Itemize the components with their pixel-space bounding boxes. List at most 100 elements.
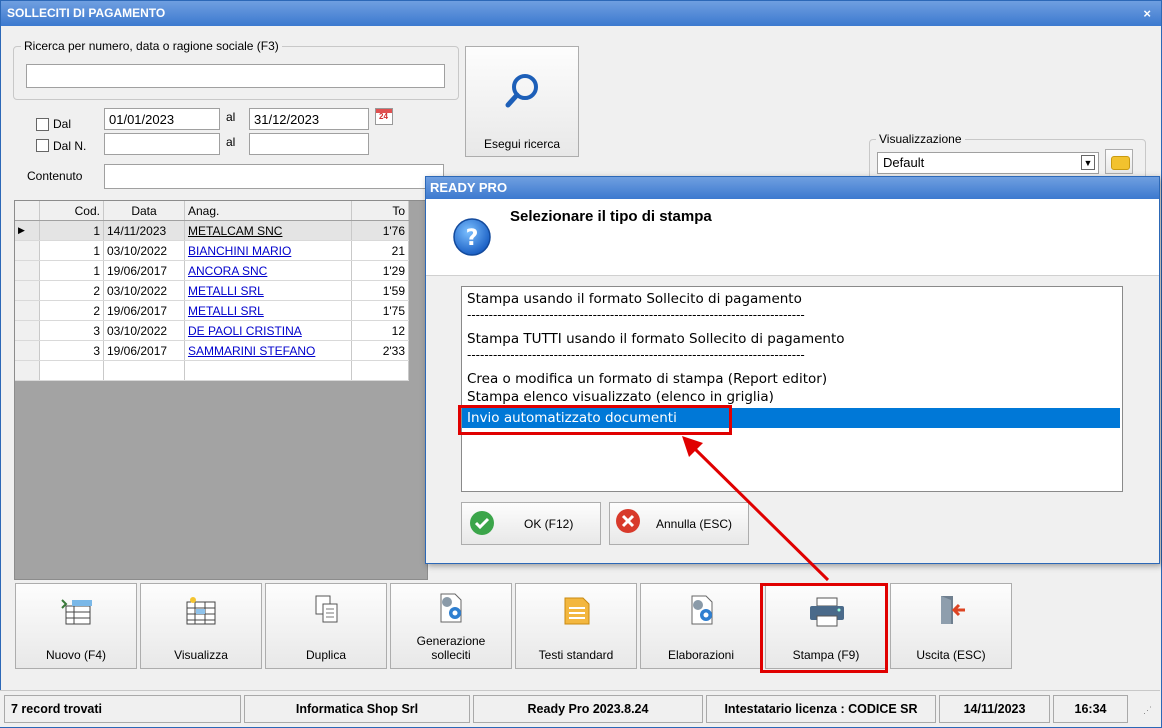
table-row[interactable]: 1 03/10/2022 BIANCHINI MARIO 21: [15, 240, 409, 261]
table-row[interactable]: 3 19/06/2017 SAMMARINI STEFANO 2'33: [15, 340, 409, 361]
view-select[interactable]: Default ▼: [877, 152, 1099, 174]
testi-standard-button[interactable]: Testi standard: [515, 583, 637, 669]
row-indicator[interactable]: [15, 260, 40, 281]
chevron-down-icon[interactable]: ▼: [1081, 155, 1095, 170]
row-indicator[interactable]: [15, 320, 40, 341]
records-grid: Cod. Data Anag. To ▶ 1 14/11/2023 METALCAM …: [14, 200, 428, 580]
al-n-label: al: [226, 135, 236, 149]
dialog-title: READY PRO: [426, 177, 1159, 199]
dal-n-checkbox[interactable]: [36, 139, 49, 152]
cell-anag[interactable]: ANCORA SNC: [184, 260, 352, 281]
empty-cell: [184, 360, 352, 381]
date-to-input[interactable]: [249, 108, 369, 130]
table-row[interactable]: ▶ 1 14/11/2023 METALCAM SNC 1'76: [15, 220, 409, 241]
calendar-icon[interactable]: 24: [375, 108, 393, 125]
testi-label: Testi standard: [538, 648, 614, 662]
nuovo-button[interactable]: Nuovo (F4): [15, 583, 137, 669]
num-to-input[interactable]: [249, 133, 369, 155]
duplica-label: Duplica: [305, 648, 347, 662]
option-report-editor[interactable]: Crea o modifica un formato di stampa (Re…: [467, 369, 827, 389]
gear-document-icon: [440, 593, 462, 623]
new-record-icon: [61, 599, 92, 625]
cell-anag[interactable]: DE PAOLI CRISTINA: [184, 320, 352, 341]
nuovo-label: Nuovo (F4): [45, 648, 107, 662]
cell-anag[interactable]: METALLI SRL: [184, 280, 352, 301]
view-legend: Visualizzazione: [876, 132, 965, 146]
status-time: 16:34: [1053, 695, 1128, 723]
cell-cod: 3: [39, 340, 104, 361]
ok-button[interactable]: OK (F12): [461, 502, 601, 545]
elaborazioni-label: Elaborazioni: [667, 648, 735, 662]
option-separator-1: ----------------------------------------…: [467, 308, 805, 322]
text-document-icon: [564, 597, 590, 625]
num-from-input[interactable]: [104, 133, 220, 155]
row-indicator[interactable]: [15, 280, 40, 301]
window-title: SOLLECITI DI PAGAMENTO: [7, 6, 166, 20]
cancel-label: Annulla (ESC): [656, 517, 733, 531]
status-records: 7 record trovati: [4, 695, 241, 723]
cell-anag[interactable]: METALCAM SNC: [184, 220, 352, 241]
row-pointer-icon[interactable]: ▶: [15, 220, 40, 241]
view-folder-button[interactable]: [1105, 149, 1133, 174]
generazione-solleciti-button[interactable]: Generazione solleciti: [390, 583, 512, 669]
table-row[interactable]: 2 03/10/2022 METALLI SRL 1'59: [15, 280, 409, 301]
contenuto-input[interactable]: [104, 164, 444, 189]
duplicate-icon: [315, 595, 338, 623]
table-row[interactable]: 2 19/06/2017 METALLI SRL 1'75: [15, 300, 409, 321]
row-indicator[interactable]: [15, 340, 40, 361]
cell-cod: 2: [39, 300, 104, 321]
cell-anag[interactable]: SAMMARINI STEFANO: [184, 340, 352, 361]
visualizza-button[interactable]: Visualizza: [140, 583, 262, 669]
cell-tot: 21: [351, 240, 409, 261]
row-indicator[interactable]: [15, 300, 40, 321]
run-search-button[interactable]: Esegui ricerca: [465, 46, 579, 157]
table-row-empty[interactable]: [15, 360, 409, 381]
view-grid-icon: [186, 597, 216, 625]
elaborazioni-button[interactable]: Elaborazioni: [640, 583, 762, 669]
close-icon[interactable]: ×: [1143, 1, 1151, 26]
date-from-input[interactable]: [104, 108, 220, 130]
cell-anag[interactable]: METALLI SRL: [184, 300, 352, 321]
row-indicator[interactable]: [15, 240, 40, 261]
al-label: al: [226, 110, 236, 124]
dal-checkbox[interactable]: [36, 118, 49, 131]
dialog-header: ? Selezionare il tipo di stampa: [426, 199, 1159, 276]
calendar-badge: 24: [379, 112, 388, 121]
search-icon: [505, 74, 538, 108]
generazione-label-1: Generazione: [416, 634, 486, 648]
grid-header: Cod. Data Anag. To: [15, 201, 409, 221]
cell-tot: 1'59: [351, 280, 409, 301]
highlight-box-invio: [458, 405, 732, 435]
print-options-list[interactable]: Stampa usando il formato Sollecito di pa…: [461, 286, 1123, 492]
header-anag[interactable]: Anag.: [184, 201, 352, 221]
view-select-value: Default: [883, 155, 925, 170]
header-indicator: [15, 201, 40, 221]
title-bar: SOLLECITI DI PAGAMENTO ×: [1, 1, 1161, 26]
option-separator-2: ----------------------------------------…: [467, 348, 805, 362]
resize-grip-icon[interactable]: ⋰: [1143, 705, 1152, 716]
empty-cell: [351, 360, 409, 381]
duplica-button[interactable]: Duplica: [265, 583, 387, 669]
print-type-dialog: READY PRO ? Selezionare il tipo di stamp…: [425, 176, 1160, 564]
cell-anag[interactable]: BIANCHINI MARIO: [184, 240, 352, 261]
uscita-button[interactable]: Uscita (ESC): [890, 583, 1012, 669]
cell-data: 03/10/2022: [103, 240, 185, 261]
dialog-heading: Selezionare il tipo di stampa: [510, 208, 712, 225]
table-row[interactable]: 1 19/06/2017 ANCORA SNC 1'29: [15, 260, 409, 281]
exit-door-icon: [941, 596, 965, 624]
header-data[interactable]: Data: [103, 201, 185, 221]
cell-data: 19/06/2017: [103, 260, 185, 281]
status-version: Ready Pro 2023.8.24: [473, 695, 703, 723]
cell-tot: 1'76: [351, 220, 409, 241]
header-tot[interactable]: To: [351, 201, 409, 221]
question-icon: ?: [453, 218, 491, 256]
search-input[interactable]: [26, 64, 445, 88]
visualizza-label: Visualizza: [174, 648, 228, 662]
option-stampa-elenco[interactable]: Stampa elenco visualizzato (elenco in gr…: [467, 387, 774, 407]
cancel-button[interactable]: Annulla (ESC): [609, 502, 749, 545]
table-row[interactable]: 3 03/10/2022 DE PAOLI CRISTINA 12: [15, 320, 409, 341]
header-cod[interactable]: Cod.: [39, 201, 104, 221]
dal-n-label: Dal N.: [53, 139, 87, 153]
cell-cod: 1: [39, 260, 104, 281]
empty-cell: [39, 360, 104, 381]
